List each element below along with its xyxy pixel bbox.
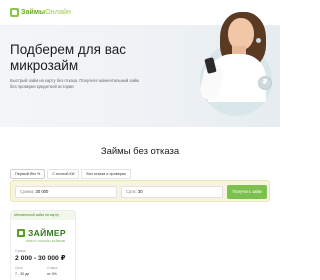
offer-brand-logo: ЗАЙМЕР: [17, 228, 66, 238]
offer-term-value: 7 - 30 дн: [15, 272, 30, 276]
offer-sum-value: 2 000 - 30 000 ₽: [15, 255, 66, 262]
loan-filter-bar: Сумма: 30 000 Срок: 30 Получить займ: [10, 180, 270, 202]
logo-accent: Онлайн: [45, 9, 71, 16]
brand-square-icon: [17, 229, 25, 237]
offer-term-label: Срок: [15, 266, 23, 270]
logo-square-icon: [10, 8, 19, 17]
sum-label: Сумма:: [20, 189, 35, 194]
logo-text: ЗаймыОнлайн: [21, 9, 71, 16]
offer-rate-label: Ставка: [47, 266, 58, 270]
logo-main: Займы: [21, 9, 46, 16]
offer-sum-label: Сумма: [15, 249, 26, 253]
get-loan-button[interactable]: Получить займ: [227, 185, 267, 199]
tab-first-free[interactable]: Первый без %: [10, 169, 46, 179]
term-field[interactable]: Срок: 30: [121, 186, 223, 198]
offer-rate-value: от 0%: [47, 272, 57, 276]
coin-dot-icon: [256, 38, 261, 43]
filter-tabs: Первый без % С плохой КИ Без отказа и пр…: [10, 169, 131, 179]
hero-subtitle: Быстрый займ на карту без отказа. Получи…: [10, 78, 139, 89]
tab-bad-credit[interactable]: С плохой КИ: [47, 169, 80, 179]
ruble-coin-icon: ₽: [258, 76, 272, 90]
sum-field[interactable]: Сумма: 30 000: [15, 186, 117, 198]
section-title: Займы без отказа: [100, 146, 180, 157]
tab-no-refusal[interactable]: Без отказа и проверки: [81, 169, 131, 179]
offer-brand-name: ЗАЙМЕР: [28, 228, 66, 238]
sum-value: 30 000: [35, 189, 49, 194]
hero-title: Подберем для вас микрозайм: [10, 42, 127, 73]
term-label: Срок:: [126, 189, 137, 194]
term-value: 30: [137, 189, 143, 194]
site-logo[interactable]: ЗаймыОнлайн: [10, 8, 71, 17]
offer-card[interactable]: Мгновенный займ на карту ЗАЙМЕР РОБОТ ОН…: [10, 210, 76, 280]
offer-brand-tagline: РОБОТ ОНЛАЙН-ЗАЙМОВ: [26, 239, 66, 243]
offer-badge: Мгновенный займ на карту: [11, 211, 75, 220]
